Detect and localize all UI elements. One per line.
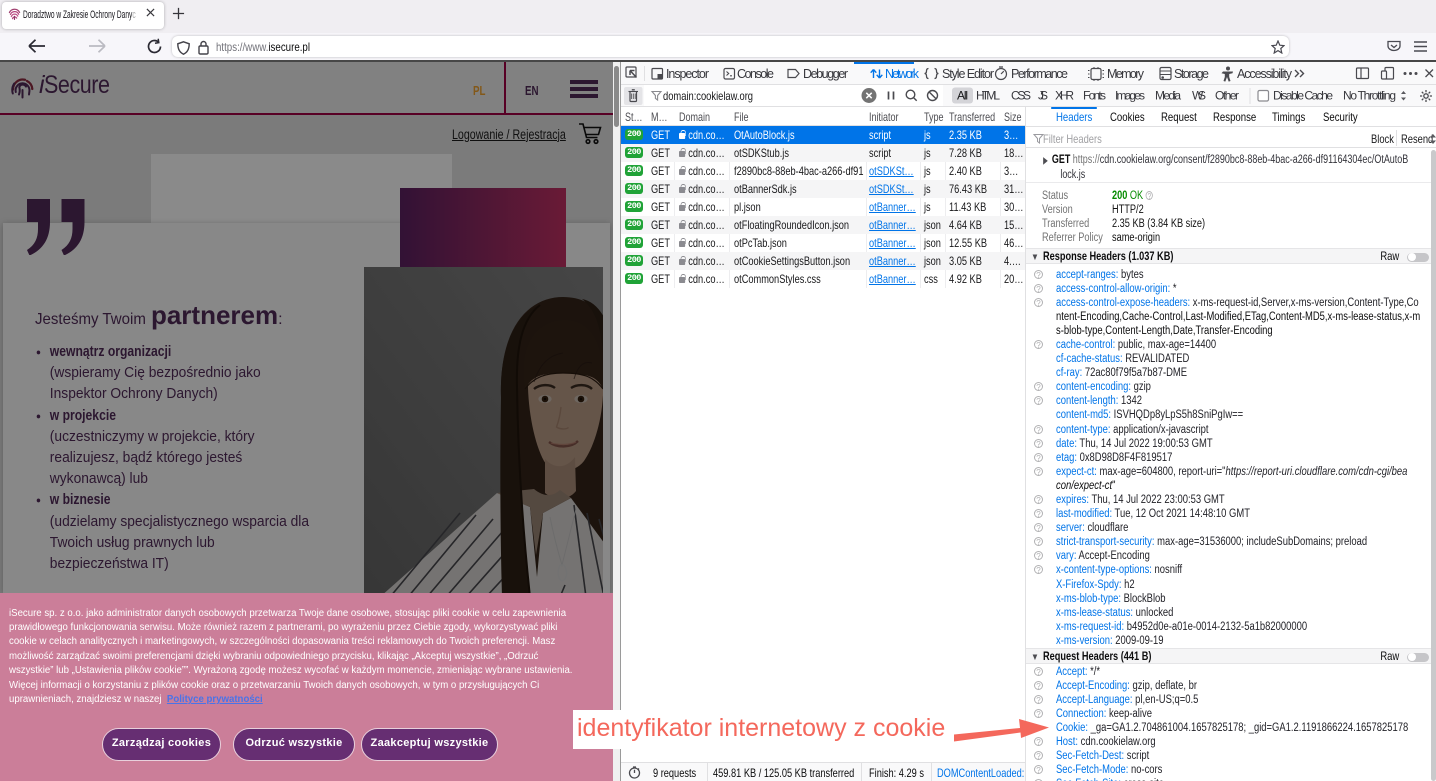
svg-text:All: All	[957, 89, 968, 103]
svg-text:Storage: Storage	[1174, 67, 1209, 81]
svg-text:XHR: XHR	[1055, 89, 1074, 103]
svg-text:Debugger: Debugger	[803, 67, 848, 81]
svg-text:Inspector: Inspector	[666, 67, 709, 81]
svg-text:CSS: CSS	[1011, 89, 1031, 103]
svg-text:Disable Cache: Disable Cache	[1273, 89, 1333, 103]
svg-text:Other: Other	[1215, 89, 1239, 103]
svg-text:Memory: Memory	[1107, 67, 1145, 81]
svg-text:HTML: HTML	[976, 89, 1000, 103]
svg-text:JS: JS	[1038, 89, 1048, 103]
svg-text:Images: Images	[1115, 89, 1145, 103]
svg-text:Network: Network	[885, 67, 920, 81]
svg-text:Media: Media	[1155, 89, 1181, 103]
svg-text:WS: WS	[1192, 89, 1206, 103]
svg-text:Accessibility: Accessibility	[1237, 67, 1293, 81]
svg-text:Style Editor: Style Editor	[942, 67, 994, 81]
svg-text:No Throttling: No Throttling	[1343, 89, 1396, 103]
svg-text:Console: Console	[737, 67, 774, 81]
svg-text:Fonts: Fonts	[1083, 89, 1106, 103]
svg-text:Performance: Performance	[1011, 67, 1068, 81]
